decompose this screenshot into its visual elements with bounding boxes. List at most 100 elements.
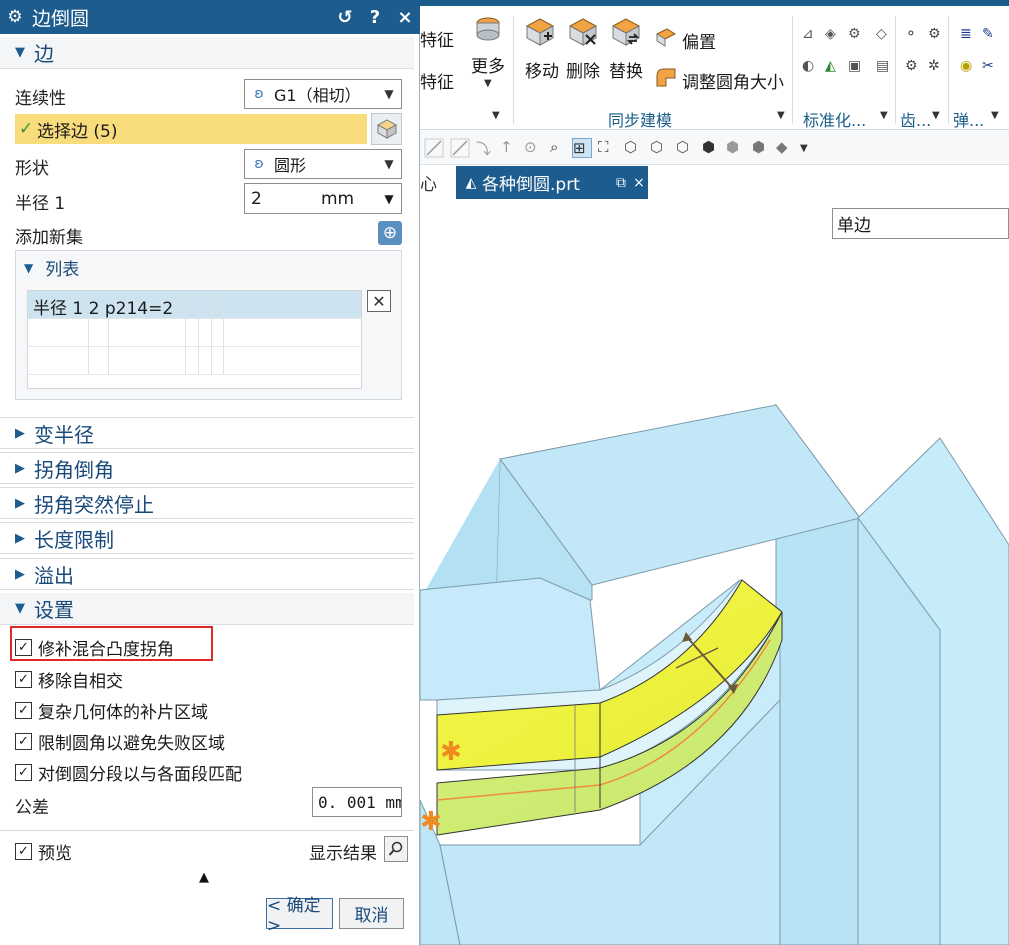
section-length-limit[interactable]: ▶ 长度限制 [0, 522, 414, 554]
list-item [28, 347, 361, 375]
continuity-dropdown[interactable]: ʚ G1（相切） ▼ [244, 79, 402, 109]
zoom-icon[interactable]: ⌕ [550, 138, 570, 158]
tag-icon[interactable]: ◇ [876, 26, 894, 44]
curve-tool-icon[interactable]: ⤵ [476, 138, 496, 158]
shape-dropdown[interactable]: ʚ 圆形 ▼ [244, 149, 402, 179]
offset-button-label[interactable]: 偏置 [682, 28, 716, 53]
wireframe-cube-2-icon[interactable]: ⬡ [650, 138, 670, 158]
library-icon[interactable]: ▤ [876, 58, 894, 76]
render-style-icon[interactable]: ◆ [776, 138, 796, 158]
shaded-cube-2-icon[interactable]: ⬢ [752, 138, 772, 158]
spring-icon[interactable]: ≣ [960, 26, 978, 44]
gear-tool-4-icon[interactable]: ✲ [928, 58, 946, 76]
green-tool-icon[interactable]: ◭ [825, 58, 843, 76]
chevron-down-icon[interactable]: ▼ [377, 192, 401, 206]
checkbox-checked-icon[interactable]: ✓ [15, 702, 32, 719]
resize-blend-button-label[interactable]: 调整圆角大小 [682, 68, 784, 93]
gear-parts-icon[interactable]: ⚙ [848, 26, 866, 44]
wireframe-cube-3-icon[interactable]: ⬡ [676, 138, 696, 158]
chevron-down-icon[interactable]: ▼ [991, 110, 999, 121]
section-edge[interactable]: ▼ 边 [0, 37, 414, 69]
ribbon-feature-label-1[interactable]: 特征 [420, 26, 454, 51]
checkbox-checked-icon[interactable]: ✓ [15, 764, 32, 781]
tab-float-icon[interactable]: ⧉ [612, 175, 630, 191]
spring-3-icon[interactable]: ◉ [960, 58, 978, 76]
list-header[interactable]: ▼ 列表 [24, 255, 79, 280]
tab-active-file[interactable]: ◭ 各种倒圆.prt ⧉ × [456, 166, 648, 199]
ok-button[interactable]: < 确定 > [266, 896, 333, 936]
shape-tool-icon[interactable]: ◐ [802, 58, 820, 76]
checkbox-remove-self-intersect[interactable]: ✓ 移除自相交 [15, 667, 123, 692]
move-button-label[interactable]: 移动 [525, 57, 559, 82]
add-set-button[interactable]: ⊕ [378, 221, 402, 245]
replace-button-label[interactable]: 替换 [609, 57, 643, 82]
spring-2-icon[interactable]: ✎ [982, 26, 1000, 44]
resize-blend-icon[interactable] [654, 66, 678, 88]
selection-filter-dropdown[interactable]: 单边 [832, 208, 1009, 239]
tab-previous[interactable]: 心 [420, 170, 437, 195]
offset-face-icon[interactable] [654, 26, 678, 48]
move-face-icon[interactable] [524, 16, 556, 48]
shape-value: 圆形 [274, 156, 307, 175]
frame-icon[interactable]: ⛶ [598, 138, 618, 158]
chevron-down-icon[interactable]: ▼ [800, 143, 808, 154]
list-item[interactable]: 半径 1 2 p214=2 [28, 291, 361, 319]
checkbox-checked-icon[interactable]: ✓ [15, 671, 32, 688]
more-button-label[interactable]: 更多 [471, 52, 505, 77]
chevron-down-icon[interactable]: ▼ [777, 110, 785, 121]
magnifier-icon [388, 841, 403, 856]
replace-face-icon[interactable] [610, 16, 642, 48]
checkbox-checked-icon[interactable]: ✓ [15, 733, 32, 750]
section-overflow[interactable]: ▶ 溢出 [0, 558, 414, 590]
section-variable-radius[interactable]: ▶ 变半径 [0, 417, 414, 449]
checkbox-patch-complex[interactable]: ✓ 复杂几何体的补片区域 [15, 698, 208, 723]
line-tool-2-icon[interactable] [450, 138, 470, 158]
show-result-button[interactable] [384, 836, 408, 862]
gear-tool-2-icon[interactable]: ⚙ [928, 26, 946, 44]
reset-button[interactable]: ↺ [330, 7, 360, 28]
arrow-up-tool-icon[interactable]: ↑ [500, 138, 520, 158]
help-button[interactable]: ? [360, 7, 390, 28]
checkbox-segment-match[interactable]: ✓ 对倒圆分段以与各面段匹配 [15, 760, 242, 785]
chevron-down-icon[interactable]: ▼ [880, 110, 888, 121]
layers-icon[interactable]: ◈ [825, 26, 843, 44]
delete-button-label[interactable]: 删除 [566, 57, 600, 82]
point-tool-icon[interactable]: ⊙ [524, 138, 544, 158]
line-tool-icon[interactable] [424, 138, 444, 158]
delete-icon[interactable]: ✕ [367, 290, 391, 312]
chevron-down-icon[interactable]: ▼ [492, 110, 500, 121]
checkbox-preview[interactable]: ✓ 预览 [15, 839, 72, 864]
checkbox-limit-blend[interactable]: ✓ 限制圆角以避免失败区域 [15, 729, 225, 754]
close-button[interactable]: × [390, 7, 420, 28]
part-icon[interactable]: ▣ [848, 58, 866, 76]
checkbox-checked-icon[interactable]: ✓ [15, 843, 32, 860]
section-corner-setback[interactable]: ▶ 拐角倒角 [0, 452, 414, 484]
tolerance-input[interactable]: 0. 001 mm [312, 787, 402, 817]
more-icon[interactable] [472, 14, 504, 46]
delete-face-icon[interactable] [567, 16, 599, 48]
fit-view-icon[interactable]: ⊞ [572, 138, 592, 158]
shaded-cube-icon[interactable]: ⬢ [702, 138, 722, 158]
shaded-grey-cube-icon[interactable]: ⬢ [726, 138, 746, 158]
cancel-button[interactable]: 取消 [339, 898, 404, 929]
ribbon-feature-label-2[interactable]: 特征 [420, 68, 454, 93]
chevron-down-icon[interactable]: ▼ [932, 110, 940, 121]
graphics-viewport[interactable]: ✱ ✱ 单边 [420, 199, 1009, 945]
list-header-label: 列表 [45, 260, 80, 280]
radius-input[interactable]: 2 mm ▼ [244, 183, 402, 214]
checkbox-label: 移除自相交 [38, 672, 123, 692]
wireframe-cube-icon[interactable]: ⬡ [624, 138, 644, 158]
model-view[interactable]: ✱ ✱ [420, 199, 1009, 945]
gear-tool-icon[interactable]: ⚬ [905, 26, 923, 44]
tab-close-icon[interactable]: × [630, 175, 648, 191]
select-edge-field[interactable]: ✓ 选择边 (5) [15, 114, 367, 144]
select-object-cube-button[interactable] [371, 113, 402, 145]
std-part-icon[interactable]: ⊿ [802, 26, 820, 44]
chevron-down-icon[interactable]: ▼ [484, 78, 492, 89]
gear-tool-3-icon[interactable]: ⚙ [905, 58, 923, 76]
section-settings[interactable]: ▼ 设置 [0, 593, 414, 625]
section-stop-short[interactable]: ▶ 拐角突然停止 [0, 487, 414, 519]
dialog-title-bar[interactable]: ⚙ 边倒圆 ↺ ? × [0, 0, 420, 34]
spring-4-icon[interactable]: ✂ [982, 58, 1000, 76]
triangle-up-icon[interactable]: ▲ [199, 870, 209, 885]
